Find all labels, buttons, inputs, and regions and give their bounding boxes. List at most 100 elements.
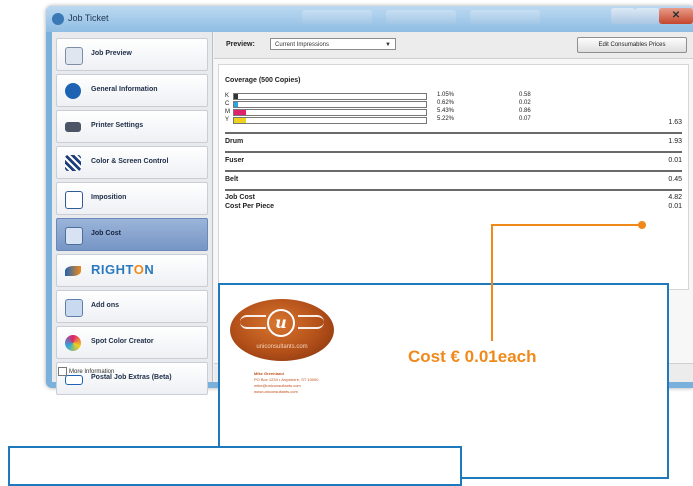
more-information-toggle[interactable]: More Information (58, 367, 114, 376)
fuser-value: 0.01 (668, 157, 682, 164)
sidebar-item-label: Job Preview (91, 50, 132, 57)
close-button[interactable]: ✕ (659, 8, 693, 24)
sidebar-item-job-cost[interactable]: Job Cost (56, 218, 208, 251)
cost-per-piece-value: 0.01 (668, 203, 682, 210)
coverage-bar-fill (234, 94, 238, 99)
printer-icon (65, 122, 81, 132)
belt-label: Belt (225, 176, 239, 183)
coverage-bar (233, 117, 427, 124)
sidebar-item-label: Add ons (91, 302, 119, 309)
minimize-button[interactable] (611, 8, 635, 24)
address-line: PO Box 1234 • Anywhere, ST 10000 (254, 377, 319, 382)
drum-row: Drum 1.93 (225, 138, 682, 145)
job-cost-label: Job Cost (225, 194, 255, 201)
preset-label: Preview: (226, 41, 255, 48)
sidebar-item-label: Spot Color Creator (91, 338, 154, 345)
cost-breakdown: Coverage (500 Copies) K 1.05% 0.58 C 0.6… (218, 64, 689, 290)
sidebar-item-label: General Information (91, 86, 158, 93)
sidebar: Job Preview General Information Printer … (52, 32, 213, 395)
postal-icon (65, 375, 83, 385)
righton-icon (65, 266, 81, 276)
color-screen-icon (65, 155, 81, 171)
logo-emblem: u (267, 309, 295, 337)
belt-value: 0.45 (668, 176, 682, 183)
sidebar-item-add-ons[interactable]: Add ons (56, 290, 208, 323)
sidebar-item-printer-settings[interactable]: Printer Settings (56, 110, 208, 143)
divider (225, 151, 682, 153)
coverage-percent: 1.05% (437, 92, 455, 98)
fuser-label: Fuser (225, 157, 245, 164)
title-bar-tab (386, 10, 456, 24)
sidebar-item-imposition[interactable]: Imposition (56, 182, 208, 215)
cost-per-piece-row: Cost Per Piece 0.01 (225, 203, 682, 210)
coverage-letter: Y (225, 117, 230, 123)
sidebar-item-label: Printer Settings (91, 122, 144, 129)
title-bar-tab (302, 10, 372, 24)
window-title: Job Ticket (68, 13, 109, 23)
title-bar[interactable]: Job Ticket ✕ (46, 6, 693, 32)
coverage-bar (233, 109, 427, 116)
coverage-letter: M (225, 109, 230, 115)
job-cost-value: 4.82 (668, 194, 682, 201)
sidebar-item-spot-color-creator[interactable]: Spot Color Creator (56, 326, 208, 359)
logo-wing-left (240, 315, 266, 329)
coverage-letter: C (225, 101, 230, 107)
coverage-total-value: 1.63 (668, 119, 682, 126)
sidebar-item-job-preview[interactable]: Job Preview (56, 38, 208, 71)
info-icon (65, 83, 81, 99)
add-ons-icon (65, 299, 83, 317)
sidebar-item-general-information[interactable]: General Information (56, 74, 208, 107)
app-icon (52, 13, 64, 25)
cost-annotation: Cost € 0.01each (408, 347, 537, 366)
address-line: mike@uniconsultants.com (254, 383, 301, 388)
annotation-dot (638, 221, 646, 229)
preset-select-value: Current Impressions (275, 42, 330, 48)
coverage-percent: 5.22% (437, 116, 455, 122)
callout-box (8, 446, 462, 486)
drum-value: 1.93 (668, 138, 682, 145)
more-information-checkbox[interactable] (58, 367, 67, 376)
divider (225, 170, 682, 172)
coverage-row-k: K 1.05% 0.58 (225, 92, 555, 100)
coverage-row-y: Y 5.22% 0.07 (225, 116, 555, 124)
edit-consumables-prices-button[interactable]: Edit Consumables Prices (577, 37, 687, 53)
sidebar-item-label: Job Cost (91, 230, 121, 237)
coverage-percent: 0.62% (437, 100, 455, 106)
coverage-bar (233, 101, 427, 108)
sidebar-item-righton[interactable]: RIGHTON (56, 254, 208, 287)
coverage-cost: 0.07 (519, 116, 531, 122)
fuser-row: Fuser 0.01 (225, 157, 682, 164)
address-line: www.uniconsultants.com (254, 389, 298, 394)
sidebar-item-label: Imposition (91, 194, 127, 201)
preset-select[interactable]: Current Impressions ▼ (270, 38, 396, 50)
calculator-icon (65, 227, 83, 245)
coverage-bar-fill (234, 110, 246, 115)
title-bar-tab (470, 10, 540, 24)
divider (225, 189, 682, 191)
cost-toolbar: Preview: Current Impressions ▼ Edit Cons… (214, 32, 693, 59)
logo-wing-right (298, 315, 324, 329)
coverage-cost: 0.58 (519, 92, 531, 98)
more-information-label: More Information (69, 369, 115, 376)
coverage-cost: 0.02 (519, 100, 531, 106)
coverage-heading: Coverage (500 Copies) (225, 77, 301, 84)
divider (225, 132, 682, 134)
magnifier-icon (65, 47, 83, 65)
righton-logo: RIGHTON (91, 262, 155, 277)
coverage-bar (233, 93, 427, 100)
imposition-icon (65, 191, 83, 209)
chevron-down-icon: ▼ (385, 42, 391, 48)
annotation-leader-vertical (491, 224, 493, 341)
coverage-percent: 5.43% (437, 108, 455, 114)
maximize-button[interactable] (635, 8, 659, 24)
coverage-bar-fill (234, 102, 238, 107)
drum-label: Drum (225, 138, 244, 145)
sidebar-item-color-screen-control[interactable]: Color & Screen Control (56, 146, 208, 179)
sidebar-item-label: Color & Screen Control (91, 158, 169, 165)
spot-color-icon (65, 335, 81, 351)
company-logo: u uniconsultants.com (230, 299, 334, 361)
address-line: Mike Greenland (254, 371, 284, 376)
logo-url: uniconsultants.com (256, 344, 308, 350)
cost-per-piece-label: Cost Per Piece (225, 203, 275, 210)
coverage-cost: 0.86 (519, 108, 531, 114)
